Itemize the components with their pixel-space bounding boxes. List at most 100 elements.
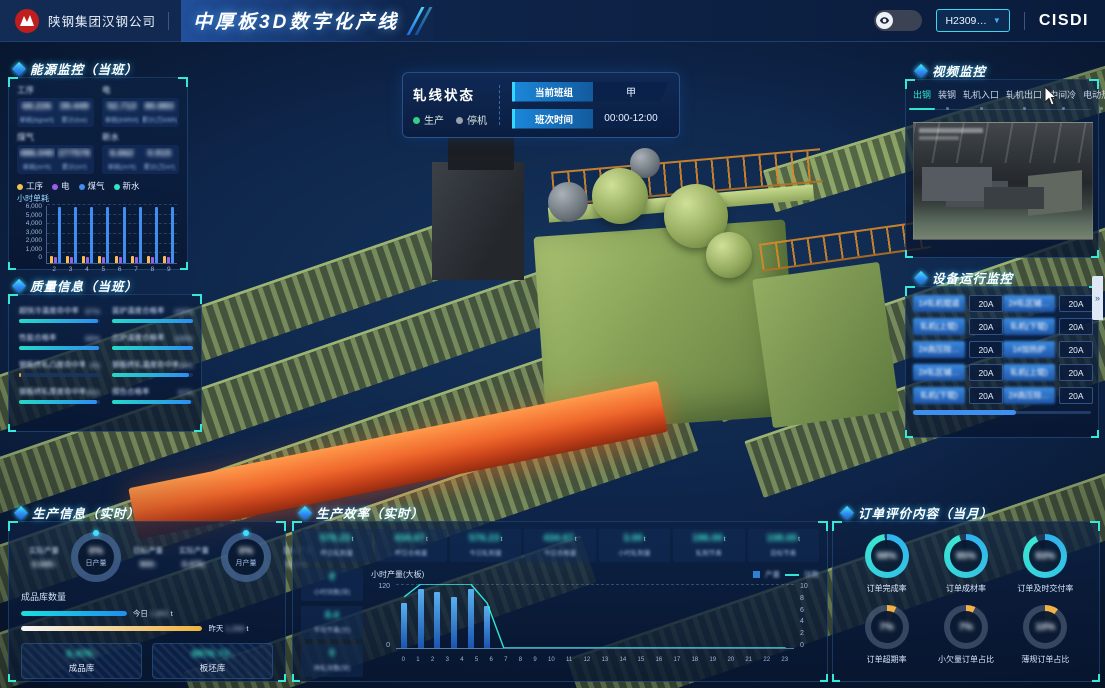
- orders-panel: 98%订单完成率 95%订单成材率 93%订单及时交付率 7%订单超期率 7%小…: [832, 521, 1100, 682]
- efficiency-stat: 3.00t小时轧制量: [599, 529, 670, 562]
- order-gauge: 7%小欠量订单占比: [926, 605, 1005, 665]
- energy-value-label: 单耗(m³/t): [19, 161, 55, 171]
- stock-bar-today: 今日 1,451 t: [21, 608, 273, 618]
- output-chart-plot: [396, 584, 794, 649]
- energy-value: 80.883: [142, 101, 178, 112]
- energy-hourly-chart: 6,0005,0004,0003,0002,0001,0000 23456789: [17, 204, 179, 276]
- eye-icon: [876, 12, 893, 29]
- energy-chart-y-axis: 6,0005,0004,0003,0002,0001,0000: [17, 204, 42, 262]
- equipment-chip: 2#轧区辅…20A: [1003, 295, 1093, 312]
- efficiency-side-stat: 0待轧块数(块): [301, 644, 363, 677]
- order-gauge: 95%订单成材率: [926, 534, 1005, 594]
- app-title: 中厚板3D数字化产线: [193, 7, 399, 34]
- line-select-dropdown[interactable]: H2309… ▼: [936, 9, 1009, 32]
- efficiency-side-stat: 8小时块数(块): [301, 568, 363, 601]
- production-panel-title-text: 生产信息（实时）: [32, 503, 140, 522]
- energy-value-label: 单耗(kWh/t): [104, 114, 140, 124]
- company-name: 陕钢集团汉钢公司: [48, 11, 156, 30]
- bar-legend-swatch: [753, 571, 760, 578]
- quality-item: 出炉温度合格率100%: [112, 332, 193, 350]
- divider: [499, 85, 500, 125]
- energy-value: 6.662: [104, 148, 140, 159]
- energy-value-label: 累计(tce): [57, 114, 93, 124]
- equipment-row: 轧机(下辊)20A 2#高压除…20A: [913, 387, 1091, 404]
- quality-item: 超快冷温度命中率97%: [19, 305, 100, 323]
- energy-group-name: 电: [102, 84, 179, 96]
- slash-decor: [415, 7, 433, 35]
- camera-osd-text: [919, 136, 959, 140]
- energy-panel: 工序 68.226单耗(kgce/t) 39.449累计(tce) 电 52.7…: [8, 77, 188, 270]
- gauge-knob: [93, 530, 99, 536]
- quality-item: 钢板终轧温度命中率95%: [112, 359, 193, 377]
- panel-collapse-handle[interactable]: »: [1092, 276, 1103, 320]
- diamond-icon: [12, 278, 26, 292]
- efficiency-stat: 576.23t昨日轧制量: [301, 529, 372, 562]
- energy-group-electricity: 电 52.713单耗(kWh/t) 80.883累计(万kWh): [102, 84, 179, 127]
- energy-value-label: 单耗(kgce/t): [19, 114, 55, 124]
- header-divider: [1024, 12, 1025, 30]
- energy-group-name: 工序: [17, 84, 94, 96]
- energy-group-name: 煤气: [17, 131, 94, 143]
- slab-stock-box: 8876.72t 板坯库: [152, 643, 273, 679]
- chevron-down-icon: ▼: [993, 16, 1001, 25]
- output-chart-title: 小时产量(大板): [371, 569, 424, 580]
- diamond-icon: [12, 61, 26, 75]
- production-panel: 实际产量0.045t 0%日产量 目标产量900t 实际产量0.476t 0%月…: [8, 521, 286, 682]
- output-chart-left-axis: 1200: [371, 583, 393, 649]
- equipment-row: 轧机(上辊)20A 轧机(下辊)20A: [913, 318, 1091, 335]
- camera-osd-text: [919, 128, 983, 133]
- energy-value: 0.915: [142, 148, 178, 159]
- video-tab-intercooling[interactable]: 中间冷: [1049, 88, 1076, 104]
- energy-group-name: 新水: [102, 131, 179, 143]
- video-tab-charging[interactable]: 装钢: [938, 88, 956, 104]
- quality-item: 装炉温度合格率100%: [112, 305, 193, 323]
- equipment-chip: 轧机(下辊)20A: [913, 387, 1003, 404]
- diamond-icon: [914, 270, 928, 284]
- daily-output-donut: 0%日产量: [71, 532, 121, 582]
- output-chart-right-axis: 1086420: [797, 583, 819, 649]
- order-gauge: 10%薄规订单占比: [1006, 605, 1085, 665]
- diamond-icon: [840, 505, 854, 519]
- order-gauge: 98%订单完成率: [847, 534, 926, 594]
- video-feed[interactable]: [913, 122, 1093, 240]
- output-chart-x-axis: 01234567891011121314151617181920212223: [396, 657, 794, 663]
- hourly-output-chart: 小时产量(大板) 产量 块数 1200 1086420 012345678910…: [371, 568, 819, 677]
- quality-panel: 超快冷温度命中率97% 装炉温度合格率100% 性能合格率99% 出炉温度合格率…: [8, 294, 202, 432]
- efficiency-side-stat: 8.4平均节奏(分): [301, 606, 363, 639]
- equipment-row: 2#轧区辅…20A 轧机(上辊)20A: [913, 364, 1091, 381]
- energy-value-label: 累计(万m³): [142, 161, 178, 171]
- daily-output-gauge-group: 实际产量0.045t 0%日产量 目标产量900t: [21, 532, 171, 582]
- monthly-output-donut: 0%月产量: [221, 532, 271, 582]
- finished-stock-box: 0.476t 成品库: [21, 643, 142, 679]
- cisdi-logo: CISDI: [1039, 12, 1089, 30]
- energy-chart-legend: 工序电煤气新水: [17, 180, 179, 192]
- equipment-scrollbar[interactable]: [913, 410, 1016, 415]
- energy-value: 277578: [57, 148, 93, 159]
- visibility-toggle[interactable]: [874, 10, 922, 31]
- equipment-row: 1#轧机辊道20A 2#轧区辅…20A: [913, 295, 1091, 312]
- efficiency-stat: 108.00t目标节奏: [748, 529, 819, 562]
- stopped-dot: [456, 117, 463, 124]
- video-tab-tapping[interactable]: 出钢: [913, 88, 931, 104]
- video-tab-mill-entry[interactable]: 轧机入口: [963, 88, 999, 104]
- line-select-value: H2309…: [945, 15, 986, 27]
- equipment-row: 2#高压除…20A 1#加热炉20A: [913, 341, 1091, 358]
- equipment-chip: 2#高压除…20A: [1003, 387, 1093, 404]
- energy-value: 52.713: [104, 101, 140, 112]
- legend-stopped: 停机: [456, 112, 487, 127]
- legend-production: 生产: [413, 112, 444, 127]
- gauge-knob: [243, 530, 249, 536]
- energy-value-label: 单耗(m³/t): [104, 161, 140, 171]
- quality-item: 性能合格率99%: [19, 332, 100, 350]
- efficiency-stat: 434.67t今日合格量: [524, 529, 595, 562]
- diamond-icon: [914, 63, 928, 77]
- line-status-title: 轧线状态: [413, 84, 487, 104]
- energy-chart-plot: [46, 206, 177, 264]
- line-legend-swatch: [785, 574, 799, 576]
- equipment-chip: 2#轧区辅…20A: [913, 364, 1003, 381]
- video-tab-mill-exit[interactable]: 轧机出口: [1006, 88, 1042, 104]
- video-tab-hot-saw[interactable]: 电动热…: [1083, 88, 1105, 104]
- equipment-panel-title-text: 设备运行监控: [932, 268, 1013, 287]
- top-header: 陕钢集团汉钢公司 中厚板3D数字化产线 H2309… ▼ CISDI: [0, 0, 1105, 42]
- energy-chart-x-axis: 23456789: [46, 266, 177, 273]
